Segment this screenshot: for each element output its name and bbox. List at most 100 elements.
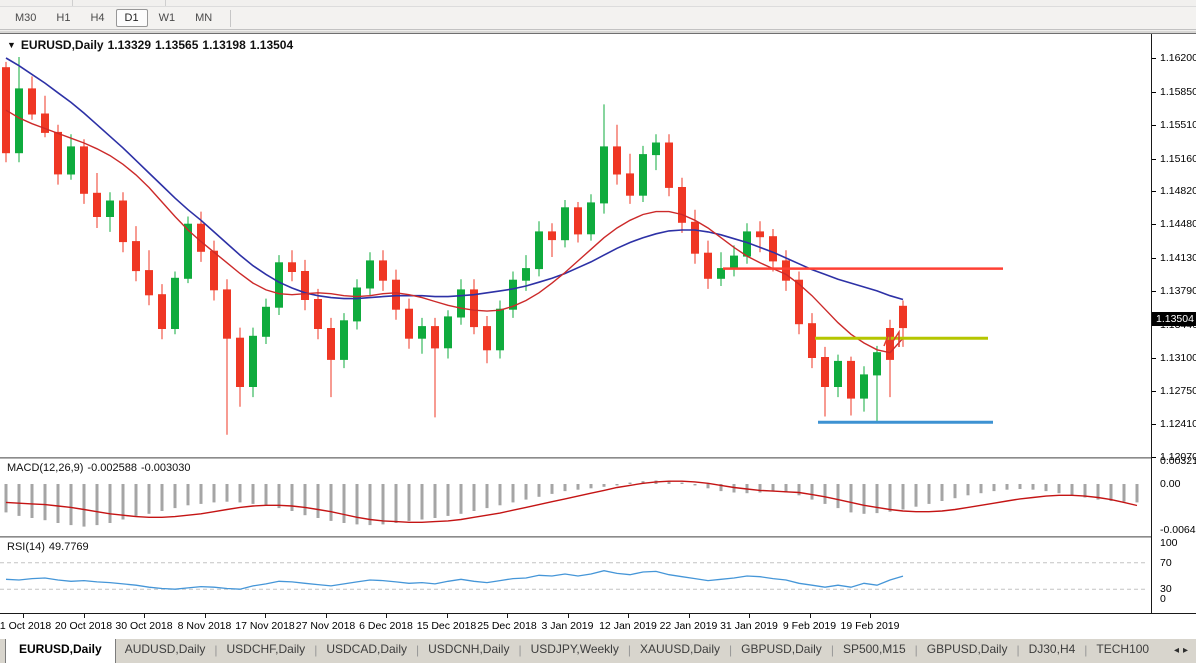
chart-tab-usdjpy-weekly[interactable]: USDJPY,Weekly <box>522 639 628 660</box>
date-axis-label: 6 Dec 2018 <box>359 620 413 632</box>
date-axis-tick <box>386 614 387 618</box>
date-axis-tick <box>628 614 629 618</box>
date-axis-tick <box>447 614 448 618</box>
price-axis-tick <box>1152 92 1156 93</box>
date-axis-label: 3 Jan 2019 <box>542 620 594 632</box>
date-axis-label: 27 Nov 2018 <box>296 620 356 632</box>
price-axis-label: 1.15160 <box>1160 153 1196 165</box>
chart-tab-gbpusd-daily[interactable]: GBPUSD,Daily <box>732 639 831 660</box>
chart-tab-usdcnh-daily[interactable]: USDCNH,Daily <box>419 639 518 660</box>
price-axis-label: 1.13790 <box>1160 285 1196 297</box>
date-axis-label: 9 Feb 2019 <box>783 620 836 632</box>
timeframe-button-d1[interactable]: D1 <box>116 9 148 27</box>
chart-tab-gbpusd-daily[interactable]: GBPUSD,Daily <box>918 639 1017 660</box>
date-axis-label: 8 Nov 2018 <box>178 620 232 632</box>
price-axis-label: 1.14480 <box>1160 218 1196 230</box>
price-axis: 1.162001.158501.155101.151601.148201.144… <box>1152 34 1196 613</box>
toolbar-separator <box>230 10 231 27</box>
date-axis-tick <box>23 614 24 618</box>
macd-value-signal: -0.003030 <box>141 462 191 474</box>
date-axis-tick <box>326 614 327 618</box>
rsi-axis-label: 100 <box>1160 537 1178 549</box>
tab-scroll-arrows[interactable]: ◂▸ <box>1174 645 1192 656</box>
price-axis-label: 1.14820 <box>1160 185 1196 197</box>
date-axis-label: 12 Jan 2019 <box>599 620 657 632</box>
chart-tab-usdchf-daily[interactable]: USDCHF,Daily <box>218 639 315 660</box>
date-axis-tick <box>205 614 206 618</box>
date-axis-label: 19 Feb 2019 <box>841 620 900 632</box>
date-axis-tick <box>568 614 569 618</box>
collapse-icon[interactable]: ▼ <box>7 40 16 50</box>
tab-scroll-left-icon: ◂ <box>1174 645 1183 656</box>
candles <box>3 57 907 435</box>
ohlc-high: 1.13565 <box>155 38 198 52</box>
chart-tab-eurusd-daily[interactable]: EURUSD,Daily <box>5 638 116 663</box>
date-axis-label: 30 Oct 2018 <box>115 620 172 632</box>
chart-title: ▼EURUSD,Daily1.133291.135651.131981.1350… <box>7 38 297 52</box>
ohlc-close: 1.13504 <box>250 38 293 52</box>
rsi-name: RSI(14) <box>7 541 45 553</box>
date-axis-tick <box>810 614 811 618</box>
price-axis-tick <box>1152 258 1156 259</box>
rsi-axis-label: 0 <box>1160 593 1166 605</box>
date-axis-tick <box>84 614 85 618</box>
price-axis-label: 1.14130 <box>1160 252 1196 264</box>
macd-name: MACD(12,26,9) <box>7 462 83 474</box>
timeframe-button-mn[interactable]: MN <box>186 9 221 27</box>
macd-axis-label: 0.00 <box>1160 478 1180 490</box>
chart-tab-usdcad-daily[interactable]: USDCAD,Daily <box>317 639 416 660</box>
price-axis-label: 1.12750 <box>1160 385 1196 397</box>
rsi-line <box>6 571 903 590</box>
price-axis-label: 1.13100 <box>1160 352 1196 364</box>
current-price-badge: 1.13504 <box>1152 312 1196 326</box>
mt4-window: M30H1H4D1W1MN ▼ EURUSD,Daily 1.13329 1.1356… <box>0 0 1196 663</box>
rsi-label: RSI(14) 49.7769 <box>7 541 93 553</box>
tab-scroll-right-icon: ▸ <box>1183 645 1192 656</box>
price-axis-label: 1.15850 <box>1160 86 1196 98</box>
price-axis-tick <box>1152 58 1156 59</box>
price-axis-tick <box>1152 391 1156 392</box>
date-axis-tick <box>749 614 750 618</box>
date-axis-label: 15 Dec 2018 <box>417 620 477 632</box>
rsi-axis-label: 70 <box>1160 557 1172 569</box>
price-axis-tick <box>1152 159 1156 160</box>
chart-tab-xauusd-daily[interactable]: XAUUSD,Daily <box>631 639 729 660</box>
chart-tab-audusd-daily[interactable]: AUDUSD,Daily <box>116 639 215 660</box>
price-axis-tick <box>1152 424 1156 425</box>
timeframe-button-h4[interactable]: H4 <box>81 9 113 27</box>
timeframe-button-h1[interactable]: H1 <box>47 9 79 27</box>
price-axis-label: 1.15510 <box>1160 119 1196 131</box>
price-axis-tick <box>1152 358 1156 359</box>
date-axis-tick <box>689 614 690 618</box>
date-axis-label: 11 Oct 2018 <box>0 620 51 632</box>
ohlc-open: 1.13329 <box>108 38 151 52</box>
top-toolbar-remnant <box>0 0 1196 7</box>
macd-label: MACD(12,26,9)-0.002588-0.003030 <box>7 462 195 474</box>
timeframe-button-m30[interactable]: M30 <box>6 9 45 27</box>
price-chart-canvas[interactable] <box>0 34 1151 457</box>
date-axis-label: 20 Oct 2018 <box>55 620 112 632</box>
chart-tab-tech100[interactable]: TECH100 <box>1087 639 1158 660</box>
pane-divider[interactable] <box>0 457 1196 459</box>
chart-tab-sp500-m15[interactable]: SP500,M15 <box>834 639 915 660</box>
chart-window: ▼EURUSD,Daily1.133291.135651.131981.1350… <box>0 33 1196 638</box>
date-axis-label: 17 Nov 2018 <box>235 620 295 632</box>
date-axis-label: 31 Jan 2019 <box>720 620 778 632</box>
rsi-value: 49.7769 <box>49 541 89 553</box>
timeframe-toolbar: M30H1H4D1W1MN <box>0 7 1196 30</box>
macd-axis-label: 0.003216 <box>1160 455 1196 467</box>
price-axis-label: 1.12410 <box>1160 418 1196 430</box>
chart-tab-bar: EURUSD,DailyAUDUSD,Daily|USDCHF,Daily|US… <box>0 637 1196 663</box>
chart-symbol: EURUSD,Daily <box>21 38 104 52</box>
price-axis-tick <box>1152 457 1156 458</box>
date-axis-tick <box>265 614 266 618</box>
date-axis-label: 22 Jan 2019 <box>660 620 718 632</box>
chart-tab-dj30-h4[interactable]: DJ30,H4 <box>1020 639 1085 660</box>
date-axis-label: 25 Dec 2018 <box>477 620 537 632</box>
rsi-pane-canvas[interactable] <box>0 538 1151 613</box>
timeframe-button-w1[interactable]: W1 <box>150 9 185 27</box>
pane-divider[interactable] <box>0 536 1196 538</box>
ma-fast-line <box>6 110 903 353</box>
date-axis-tick <box>870 614 871 618</box>
date-axis-tick <box>507 614 508 618</box>
